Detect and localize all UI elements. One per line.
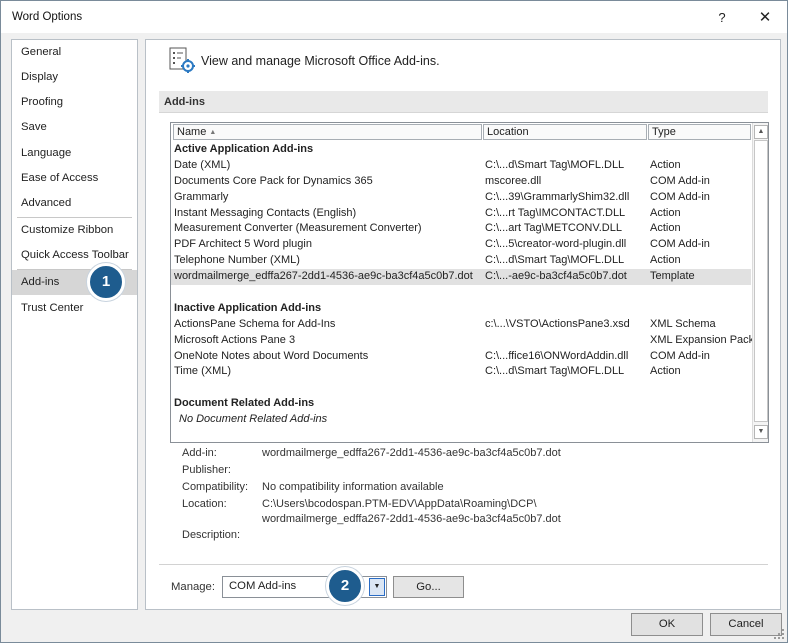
group-title-document: Document Related Add-ins [174, 397, 315, 410]
location-value-line2: wordmailmerge_edffa267-2dd1-4536-ae9c-ba… [262, 513, 561, 525]
section-header-add-ins: Add-ins [159, 91, 768, 113]
sidebar-item-ease-of-access[interactable]: Ease of Access [12, 166, 137, 191]
list-item[interactable]: Date (XML) C:\...d\Smart Tag\MOFL.DLL Acti… [171, 158, 751, 174]
list-item[interactable]: Documents Core Pack for Dynamics 365 msco… [171, 174, 751, 190]
vertical-scrollbar[interactable]: ▲ ▼ [752, 123, 768, 442]
list-item[interactable]: PDF Architect 5 Word plugin C:\...5\creat… [171, 237, 751, 253]
list-item[interactable]: Telephone Number (XML) C:\...d\Smart Tag\… [171, 253, 751, 269]
sidebar-item-general[interactable]: General [12, 40, 137, 65]
list-item[interactable]: Microsoft Actions Pane 3 XML Expansion Pa… [171, 333, 754, 349]
compatibility-value: No compatibility information available [262, 481, 444, 493]
description-label: Description: [182, 529, 241, 541]
list-item[interactable]: Time (XML) C:\...d\Smart Tag\MOFL.DLL Acti… [171, 364, 751, 380]
manage-label: Manage: [171, 581, 215, 593]
group-title-active: Active Application Add-ins [174, 143, 314, 155]
help-button[interactable]: ? [711, 7, 733, 29]
addins-gear-icon [169, 47, 195, 73]
sidebar-item-display[interactable]: Display [12, 65, 137, 90]
list-item-selected[interactable]: wordmailmerge_edffa267-2dd1-4536-ae9c-ba… [171, 269, 751, 286]
sidebar-item-customize-ribbon[interactable]: Customize Ribbon [12, 218, 137, 243]
scroll-up-icon[interactable]: ▲ [754, 125, 768, 139]
sidebar-item-language[interactable]: Language [12, 141, 137, 166]
location-value-line1: C:\Users\bcodospan.PTM-EDV\AppData\Roami… [262, 498, 537, 510]
column-header-type[interactable]: Type [648, 124, 751, 140]
sidebar-item-trust-center[interactable]: Trust Center [12, 296, 137, 321]
addin-value: wordmailmerge_edffa267-2dd1-4536-ae9c-ba… [262, 447, 561, 459]
word-options-dialog: Word Options ? ✕ General Display Proofin… [0, 0, 788, 643]
step-marker-2: 2 [326, 567, 364, 605]
options-sidebar: General Display Proofing Save Language E… [11, 39, 138, 610]
sidebar-item-quick-access-toolbar[interactable]: Quick Access Toolbar [12, 243, 137, 268]
addins-list[interactable]: Name ▲ Location Type Active Application A… [170, 122, 769, 443]
sidebar-item-proofing[interactable]: Proofing [12, 90, 137, 115]
addin-label: Add-in: [182, 447, 217, 459]
empty-message: No Document Related Add-ins [179, 413, 328, 426]
title-bar: Word Options ? ✕ [1, 1, 787, 33]
list-item[interactable]: Grammarly C:\...39\GrammarlyShim32.dll COM… [171, 190, 751, 206]
list-item[interactable]: Instant Messaging Contacts (English) C:\.… [171, 206, 751, 222]
go-button[interactable]: Go... [393, 576, 464, 598]
location-label: Location: [182, 498, 227, 510]
group-title-inactive: Inactive Application Add-ins [174, 301, 322, 314]
sidebar-item-advanced[interactable]: Advanced [12, 191, 137, 216]
sort-ascending-icon: ▲ [209, 129, 217, 136]
compatibility-label: Compatibility: [182, 481, 249, 493]
addins-panel: View and manage Microsoft Office Add-ins… [145, 39, 781, 610]
cancel-button[interactable]: Cancel [710, 613, 782, 636]
manage-selected-value: COM Add-ins [229, 580, 297, 592]
list-item[interactable]: ActionsPane Schema for Add-Ins c:\...\VST… [171, 317, 751, 333]
chevron-down-icon[interactable]: ▼ [369, 578, 385, 596]
ok-button[interactable]: OK [631, 613, 703, 636]
addins-rows: Active Application Add-ins Date (XML) C:\… [171, 142, 754, 428]
page-title: View and manage Microsoft Office Add-ins… [201, 54, 440, 68]
close-button[interactable]: ✕ [754, 7, 776, 29]
column-header-location[interactable]: Location [483, 124, 647, 140]
list-item[interactable]: OneNote Notes about Word Documents C:\...… [171, 349, 751, 365]
step-marker-1: 1 [87, 263, 125, 301]
scroll-thumb[interactable] [754, 140, 768, 422]
resize-grip-icon[interactable] [773, 628, 785, 640]
scroll-down-icon[interactable]: ▼ [754, 425, 768, 439]
window-title: Word Options [12, 11, 83, 23]
column-header-name[interactable]: Name ▲ [173, 124, 482, 140]
divider [159, 564, 768, 565]
list-item[interactable]: Measurement Converter (Measurement Conve… [171, 221, 751, 237]
sidebar-item-save[interactable]: Save [12, 115, 137, 140]
publisher-label: Publisher: [182, 464, 231, 476]
